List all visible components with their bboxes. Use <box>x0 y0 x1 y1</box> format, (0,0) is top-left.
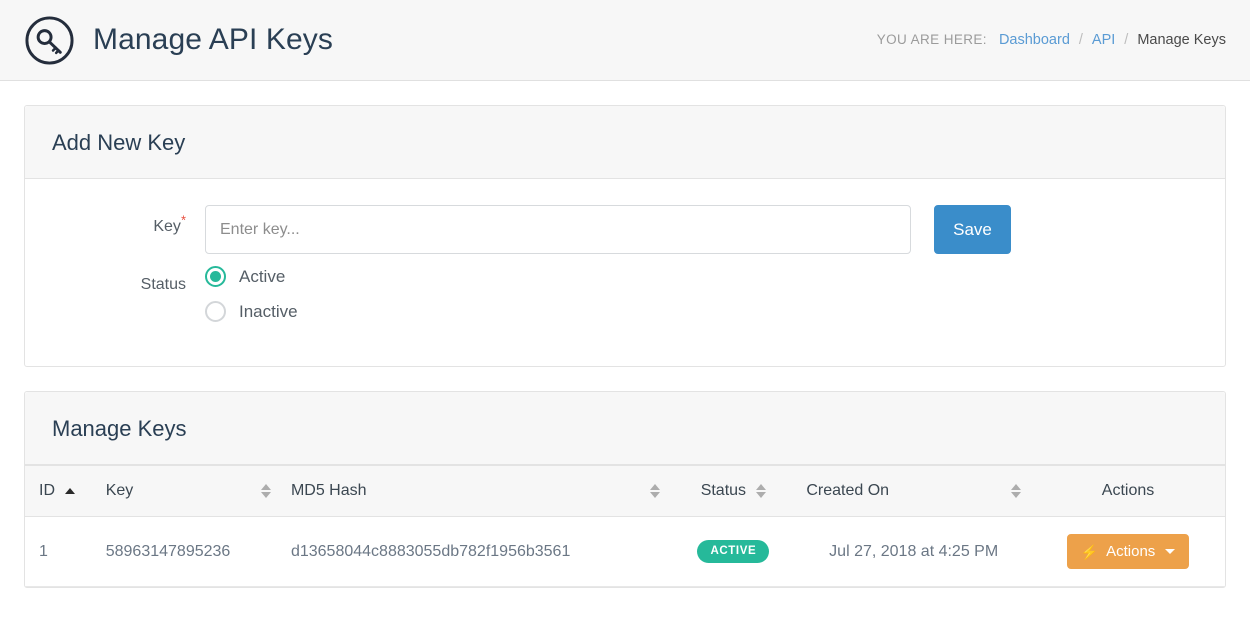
column-header-md5[interactable]: MD5 Hash <box>281 466 670 517</box>
column-header-md5-label: MD5 Hash <box>291 482 367 500</box>
radio-active-icon[interactable] <box>205 266 226 287</box>
page-header: Manage API Keys YOU ARE HERE: Dashboard … <box>0 0 1250 81</box>
page-content: Add New Key Key* Save Status Active <box>0 81 1250 628</box>
breadcrumb-item-dashboard[interactable]: Dashboard <box>999 32 1070 48</box>
key-field-controls: Save <box>205 205 1011 254</box>
chevron-down-icon <box>1165 549 1175 554</box>
keys-table-body: 1 58963147895236 d13658044c8883055db782f… <box>25 517 1225 587</box>
column-header-id[interactable]: ID <box>25 466 96 517</box>
table-header-row: ID Key MD5 Hash <box>25 466 1225 517</box>
breadcrumb-separator: / <box>1079 32 1083 48</box>
sort-both-icon[interactable] <box>261 484 271 498</box>
column-header-created-on-label: Created On <box>806 482 889 500</box>
page-title-group: Manage API Keys <box>24 15 333 66</box>
key-field-label: Key* <box>25 205 205 236</box>
add-new-key-panel-heading: Add New Key <box>25 106 1225 179</box>
column-header-actions-label: Actions <box>1102 482 1154 500</box>
save-button[interactable]: Save <box>934 205 1011 254</box>
sort-both-icon[interactable] <box>1011 484 1021 498</box>
table-row: 1 58963147895236 d13658044c8883055db782f… <box>25 517 1225 587</box>
cell-key: 58963147895236 <box>96 517 281 587</box>
created-on-text: Jul 27, 2018 at 4:25 PM <box>829 543 998 560</box>
status-radio-group: Active Inactive <box>205 264 298 322</box>
add-new-key-title: Add New Key <box>52 132 1198 154</box>
manage-keys-panel-heading: Manage Keys <box>25 392 1225 465</box>
status-option-inactive-label: Inactive <box>239 302 298 322</box>
status-option-active-label: Active <box>239 267 285 287</box>
key-form-row: Key* Save <box>25 205 1225 254</box>
column-header-status-label: Status <box>701 482 746 500</box>
column-header-id-label: ID <box>39 482 55 500</box>
keys-table-head: ID Key MD5 Hash <box>25 466 1225 517</box>
keys-table: ID Key MD5 Hash <box>25 465 1225 587</box>
required-marker: * <box>181 213 186 228</box>
add-new-key-panel: Add New Key Key* Save Status Active <box>24 105 1226 367</box>
breadcrumb: YOU ARE HERE: Dashboard / API / Manage K… <box>877 32 1226 48</box>
column-header-status[interactable]: Status <box>670 466 796 517</box>
actions-button-label: Actions <box>1106 544 1155 559</box>
sort-both-icon[interactable] <box>650 484 660 498</box>
status-option-inactive[interactable]: Inactive <box>205 301 298 322</box>
add-new-key-panel-body: Key* Save Status Active Inactive <box>25 179 1225 366</box>
actions-dropdown-button[interactable]: ⚡ Actions <box>1067 534 1190 569</box>
sort-asc-icon[interactable] <box>65 488 75 494</box>
radio-inactive-icon[interactable] <box>205 301 226 322</box>
status-field-label: Status <box>25 264 205 294</box>
cell-actions: ⚡ Actions <box>1031 517 1225 587</box>
cell-created-on: Jul 27, 2018 at 4:25 PM <box>796 517 1031 587</box>
column-header-key-label: Key <box>106 482 134 500</box>
cell-id: 1 <box>25 517 96 587</box>
status-option-active[interactable]: Active <box>205 266 298 287</box>
key-circle-icon <box>24 15 75 66</box>
key-input[interactable] <box>205 205 911 254</box>
column-header-created-on[interactable]: Created On <box>796 466 1031 517</box>
status-badge: ACTIVE <box>697 540 769 563</box>
breadcrumb-separator: / <box>1124 32 1128 48</box>
cell-status: ACTIVE <box>670 517 796 587</box>
manage-keys-panel: Manage Keys ID Key <box>24 391 1226 588</box>
status-form-row: Status Active Inactive <box>25 264 1225 322</box>
column-header-actions: Actions <box>1031 466 1225 517</box>
cell-md5: d13658044c8883055db782f1956b3561 <box>281 517 670 587</box>
page-title: Manage API Keys <box>93 25 333 55</box>
lightning-bolt-icon: ⚡ <box>1081 545 1098 559</box>
key-label-text: Key <box>153 218 181 235</box>
breadcrumb-item-current: Manage Keys <box>1137 32 1226 48</box>
sort-both-icon[interactable] <box>756 484 766 498</box>
breadcrumb-prefix: YOU ARE HERE: <box>877 32 987 47</box>
breadcrumb-item-api[interactable]: API <box>1092 32 1115 48</box>
column-header-key[interactable]: Key <box>96 466 281 517</box>
manage-keys-title: Manage Keys <box>52 418 1198 440</box>
